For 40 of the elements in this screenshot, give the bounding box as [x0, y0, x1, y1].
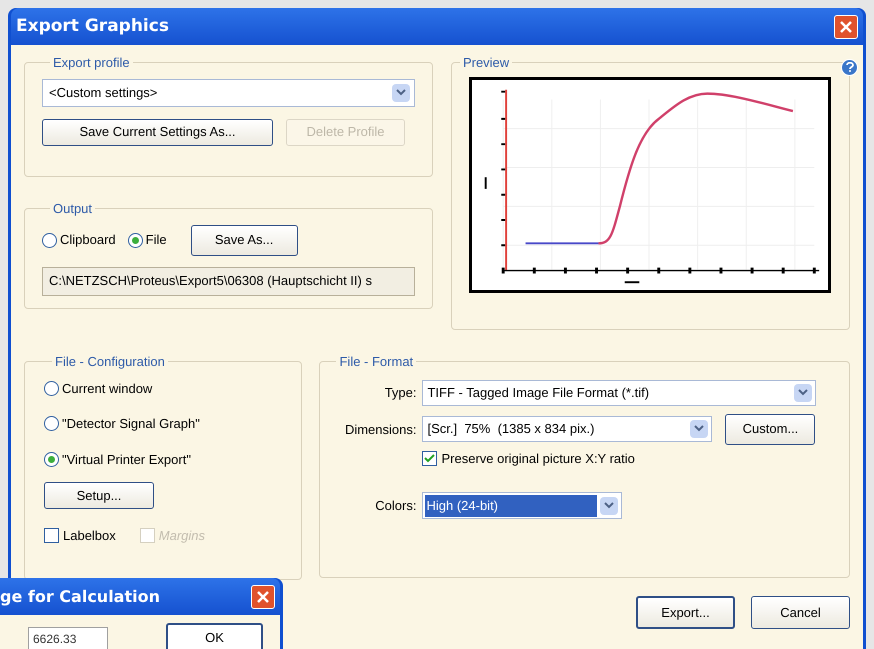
radio-label[interactable]: File	[146, 230, 167, 250]
window-title: ge for Calculation	[0, 586, 160, 608]
checkbox[interactable]	[422, 450, 438, 466]
radio-button[interactable]	[44, 380, 59, 396]
radio-label[interactable]: Current window	[62, 378, 152, 398]
button[interactable]: OK	[166, 623, 263, 649]
checkbox-label[interactable]: Labelbox	[63, 526, 116, 546]
radio-button[interactable]	[128, 232, 143, 248]
button[interactable]: Custom...	[725, 414, 816, 444]
help-icon[interactable]	[841, 58, 858, 76]
checkbox-label[interactable]: Preserve original picture X:Y ratio	[441, 448, 635, 468]
radio-label[interactable]: "Virtual Printer Export"	[62, 450, 191, 469]
dropdown[interactable]: TIFF - Tagged Image File Format (*.tif)	[422, 380, 816, 406]
group-title: Export profile	[52, 54, 131, 72]
value-field[interactable]: 6626.33	[28, 627, 108, 649]
radio-label[interactable]: "Detector Signal Graph"	[62, 414, 200, 434]
button[interactable]: Export...	[636, 596, 735, 629]
dropdown[interactable]: [Scr.] 75% (1385 x 834 pix.)	[422, 416, 712, 442]
button[interactable]: Setup...	[44, 482, 154, 509]
radio-button[interactable]	[44, 416, 59, 432]
group-title: Preview	[462, 54, 510, 72]
close-icon[interactable]	[251, 584, 275, 608]
dropdown[interactable]: High (24-bit)	[422, 492, 622, 519]
field-label: Dimensions:	[344, 421, 416, 440]
group-title: Output	[52, 200, 94, 218]
button[interactable]: Save As...	[190, 224, 298, 256]
group-title: File - Configuration	[54, 353, 166, 371]
radio-button[interactable]	[42, 232, 57, 248]
path-field[interactable]: C:\NETZSCH\Proteus\Export5\06308 (Hauptschicht II) s	[42, 266, 415, 296]
field-label: Colors:	[374, 496, 416, 515]
checkbox[interactable]	[44, 528, 59, 544]
radio-label[interactable]: Clipboard	[60, 230, 116, 250]
radio-button[interactable]	[44, 452, 59, 467]
button[interactable]: Cancel	[751, 596, 850, 629]
group-title: File - Format	[338, 353, 414, 371]
window-title: Export Graphics	[16, 14, 169, 38]
button[interactable]: Save Current Settings As...	[42, 118, 273, 146]
close-icon[interactable]	[834, 14, 858, 38]
field-label: Type:	[384, 384, 416, 402]
dropdown[interactable]: <Custom settings>	[42, 78, 415, 106]
